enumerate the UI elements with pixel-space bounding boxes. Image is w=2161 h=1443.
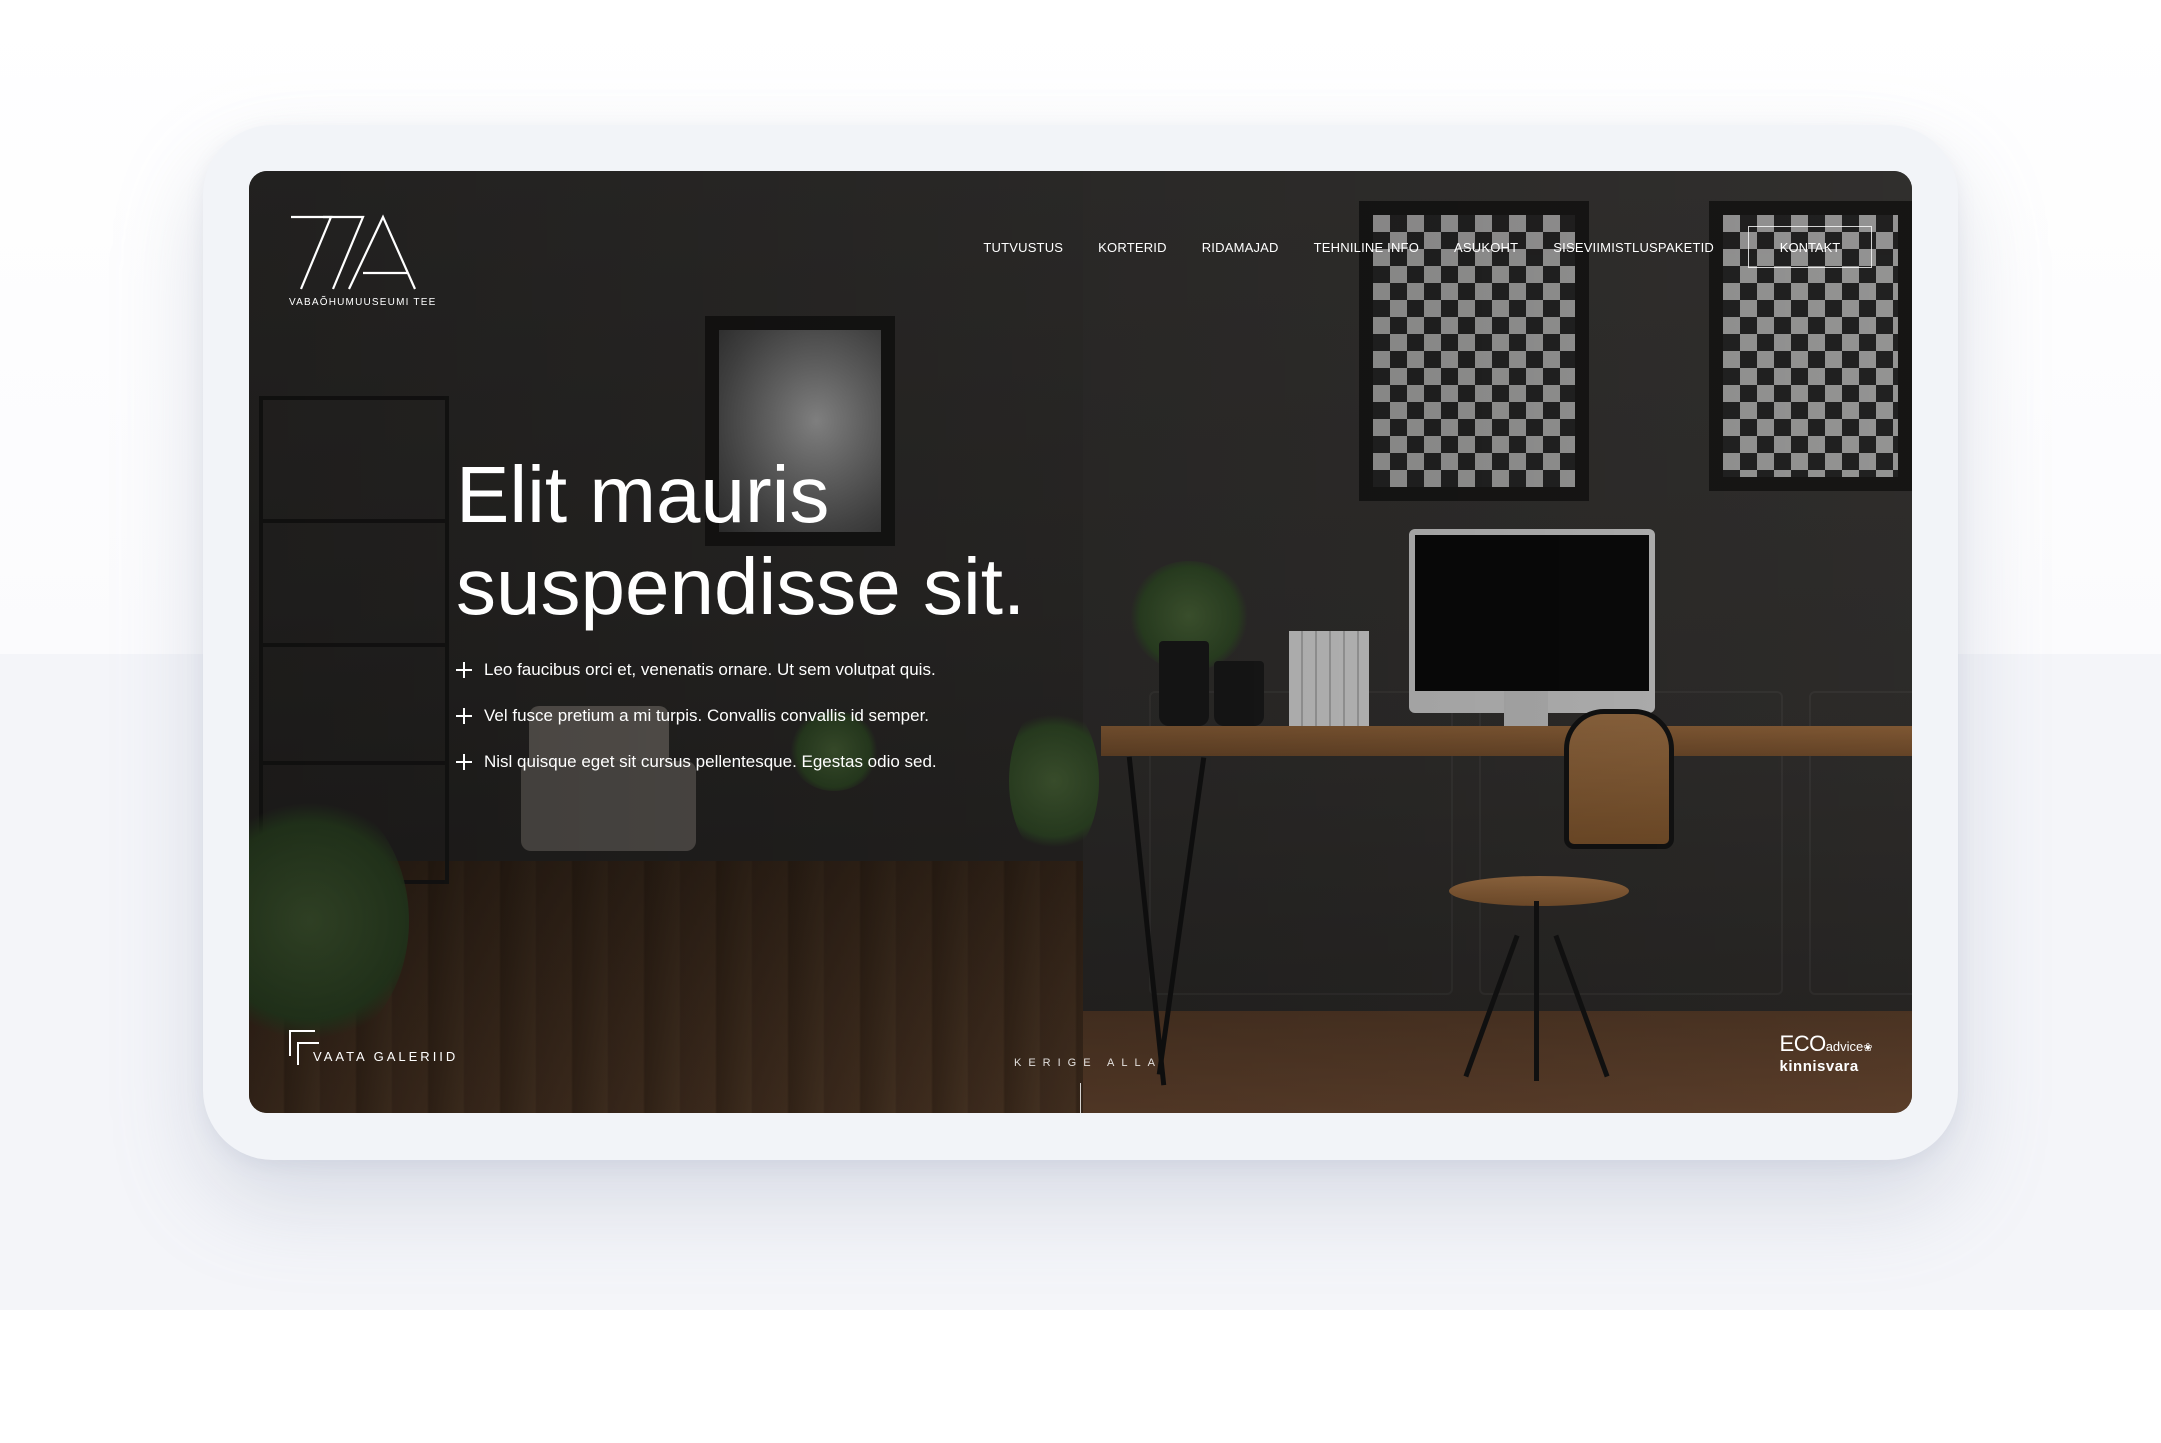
hero-bullet-list: Leo faucibus orci et, venenatis ornare. … (456, 647, 937, 785)
nav-item-korterid[interactable]: KORTERID (1098, 240, 1167, 255)
scroll-down-label[interactable]: KERIGE ALLA (1014, 1057, 1155, 1069)
page-background-bottom (0, 1310, 2161, 1443)
logo-subtitle: VABAÕHUMUUSEUMI TEE (289, 297, 437, 308)
website-screen: VABAÕHUMUUSEUMI TEE TUTVUSTUS KORTERID R… (249, 171, 1912, 1113)
plus-icon (456, 754, 472, 770)
nav-item-tutvustus[interactable]: TUTVUSTUS (983, 240, 1063, 255)
contact-button[interactable]: KONTAKT (1748, 226, 1872, 268)
plus-icon (456, 662, 472, 678)
brand-top: ECOadvice❀ (1779, 1031, 1873, 1059)
bullet-text: Leo faucibus orci et, venenatis ornare. … (484, 660, 936, 679)
hero-title-line-2: suspendisse sit. (456, 542, 1026, 631)
list-item: Vel fusce pretium a mi turpis. Convallis… (456, 693, 937, 739)
bullet-text: Nisl quisque eget sit cursus pellentesqu… (484, 752, 937, 771)
plus-icon (456, 708, 472, 724)
main-navigation: TUTVUSTUS KORTERID RIDAMAJAD TEHNILINE I… (948, 226, 1872, 268)
brand-kinnisvara: kinnisvara (1779, 1058, 1859, 1075)
scroll-indicator-line (1080, 1083, 1081, 1113)
nav-item-tehniline-info[interactable]: TEHNILINE INFO (1314, 240, 1419, 255)
nav-item-ridamajad[interactable]: RIDAMAJAD (1202, 240, 1279, 255)
77a-logo-icon[interactable] (289, 211, 419, 311)
list-item: Leo faucibus orci et, venenatis ornare. … (456, 647, 937, 693)
view-gallery-link[interactable]: VAATA GALERIID (289, 1030, 458, 1066)
dark-overlay (249, 171, 1912, 1113)
view-gallery-label: VAATA GALERIID (313, 1049, 459, 1064)
nav-item-asukoht[interactable]: ASUKOHT (1454, 240, 1518, 255)
hero-title-line-1: Elit mauris (456, 450, 830, 539)
bullet-text: Vel fusce pretium a mi turpis. Convallis… (484, 706, 930, 725)
list-item: Nisl quisque eget sit cursus pellentesqu… (456, 739, 937, 785)
hero-title: Elit mauris suspendisse sit. (456, 449, 1025, 633)
eco-advice-kinnisvara-logo: ECOadvice❀ kinnisvara (1779, 1031, 1873, 1075)
brand-eco: ECO (1779, 1031, 1827, 1056)
brand-advice: advice (1825, 1039, 1864, 1054)
leaf-icon: ❀ (1863, 1042, 1872, 1054)
nav-item-siseviimistluspaketid[interactable]: SISEVIIMISTLUSPAKETID (1553, 240, 1714, 255)
